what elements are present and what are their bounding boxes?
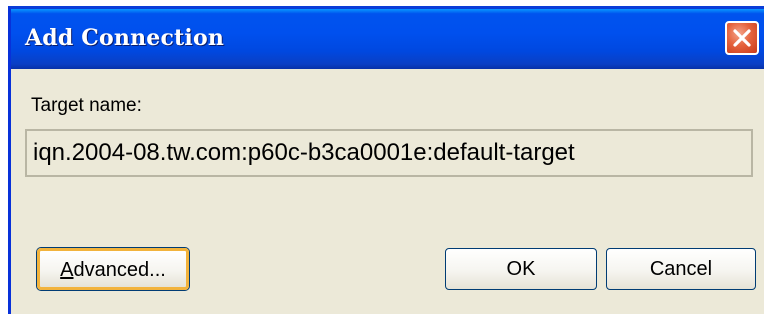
advanced-mnemonic: A	[60, 259, 74, 281]
add-connection-dialog: Add Connection Target name: iqn.2004-08.…	[8, 6, 764, 314]
advanced-button[interactable]: Advanced...	[37, 248, 189, 290]
close-button[interactable]	[725, 21, 759, 55]
advanced-label: dvanced...	[73, 259, 166, 281]
target-name-field[interactable]: iqn.2004-08.tw.com:p60c-b3ca0001e:defaul…	[25, 129, 753, 177]
cancel-button[interactable]: Cancel	[606, 248, 756, 290]
window-title: Add Connection	[25, 25, 225, 51]
title-bar[interactable]: Add Connection	[11, 9, 764, 69]
close-icon	[733, 29, 751, 47]
ok-button[interactable]: OK	[445, 248, 597, 290]
target-name-label: Target name:	[31, 95, 142, 116]
